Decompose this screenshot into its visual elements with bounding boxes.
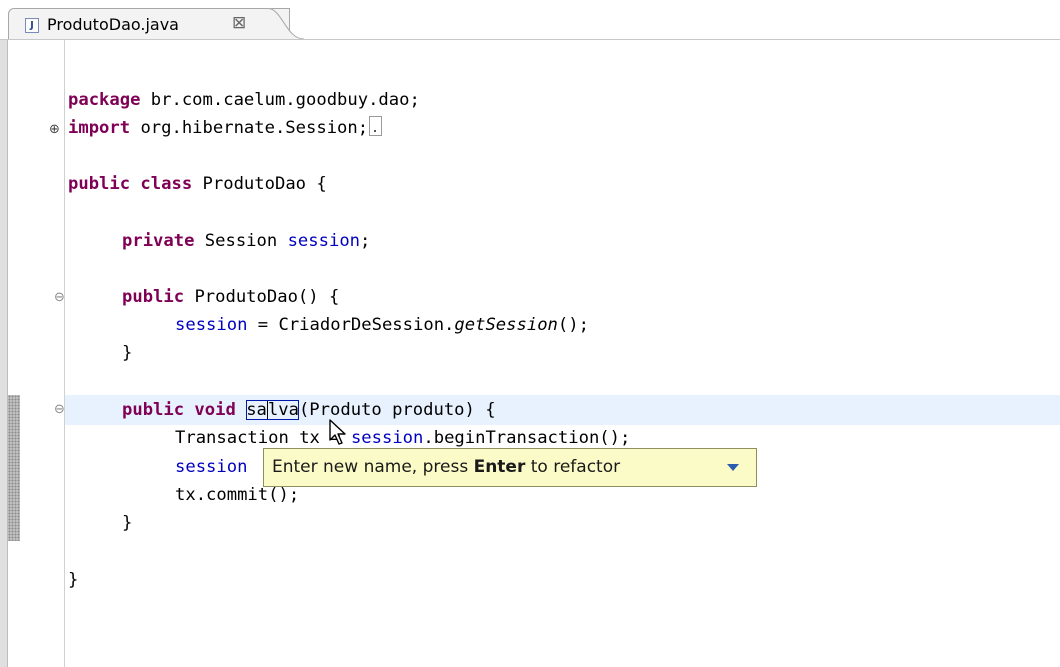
code-line-brace[interactable]: } xyxy=(122,338,132,368)
tab-edge xyxy=(268,8,304,40)
keyword: public xyxy=(122,287,185,307)
keyword: private xyxy=(122,231,195,251)
method-name-part: va xyxy=(278,400,299,420)
collapsed-imports-marker[interactable] xyxy=(369,116,383,136)
method-name-part: l xyxy=(267,400,279,420)
code-line-import[interactable]: import org.hibernate.Session; xyxy=(68,113,383,143)
java-file-icon: J xyxy=(25,18,39,33)
statement: = CriadorDeSession. xyxy=(247,315,455,335)
statement-end: (); xyxy=(557,315,589,335)
statement: Transact xyxy=(175,428,258,448)
class-name: ProdutoDao { xyxy=(192,174,327,194)
statement-end: .beginTransaction(); xyxy=(423,428,631,448)
editor-tab[interactable]: J ProdutoDao.java ⊠ xyxy=(8,8,290,40)
method-call: getSession xyxy=(454,315,558,335)
closing-brace: } xyxy=(122,343,133,363)
code-line-package[interactable]: package br.com.caelum.goodbuy.dao; xyxy=(68,85,420,115)
tooltip-text: to refactor xyxy=(525,457,621,477)
closing-brace: } xyxy=(122,513,133,533)
import-name: org.hibernate.Session; xyxy=(130,118,369,138)
keyword: import xyxy=(68,118,131,138)
field-name: session xyxy=(175,457,248,477)
collapse-fold-icon[interactable]: ⊖ xyxy=(54,403,65,417)
method-params: (Produto produto) { xyxy=(298,400,496,420)
close-icon[interactable]: ⊠ xyxy=(232,13,246,33)
range-indicator xyxy=(8,395,20,541)
statement: tx.commit(); xyxy=(175,485,300,505)
closing-brace: } xyxy=(68,570,79,590)
punctuation: ; xyxy=(360,231,371,251)
code-line-method[interactable]: public void salva(Produto produto) { xyxy=(122,395,496,425)
code-line-class[interactable]: public class ProdutoDao { xyxy=(68,169,327,199)
code-line-constructor[interactable]: public ProdutoDao() { xyxy=(122,282,339,312)
keyword: public class xyxy=(68,174,193,194)
code-line-field[interactable]: private Session session; xyxy=(122,226,370,256)
editor-left-border xyxy=(0,40,8,667)
keyword: public void xyxy=(122,400,236,420)
field-name: session xyxy=(350,428,424,448)
code-line-brace[interactable]: } xyxy=(122,508,132,538)
mouse-pointer-icon xyxy=(329,419,346,445)
keyword: package xyxy=(68,90,141,110)
code-line-constructor-body[interactable]: session = CriadorDeSession.getSession(); xyxy=(175,310,589,340)
field-name: session xyxy=(175,315,248,335)
code-line-save[interactable]: session xyxy=(175,452,247,482)
collapse-fold-icon[interactable]: ⊖ xyxy=(54,291,65,305)
dropdown-arrow-icon[interactable] xyxy=(727,464,739,471)
method-name-part: sa xyxy=(246,400,267,420)
code-line-class-close[interactable]: } xyxy=(68,565,78,595)
tooltip-key: Enter xyxy=(473,457,526,477)
expand-fold-icon[interactable]: ⊕ xyxy=(49,123,60,137)
tab-file-name: ProdutoDao.java xyxy=(47,15,179,34)
field-name: session xyxy=(287,231,361,251)
tooltip-text: Enter new name, press xyxy=(272,457,474,477)
rename-tooltip: Enter new name, press Enter to refactor xyxy=(263,448,757,487)
field-type: Session xyxy=(194,231,288,251)
package-name: br.com.caelum.goodbuy.dao; xyxy=(140,90,420,110)
rename-linked-field[interactable]: salva xyxy=(246,400,299,420)
constructor-signature: ProdutoDao() { xyxy=(184,287,340,307)
vertical-ruler xyxy=(64,40,65,667)
editor-tab-bar: J ProdutoDao.java ⊠ xyxy=(0,0,1060,40)
